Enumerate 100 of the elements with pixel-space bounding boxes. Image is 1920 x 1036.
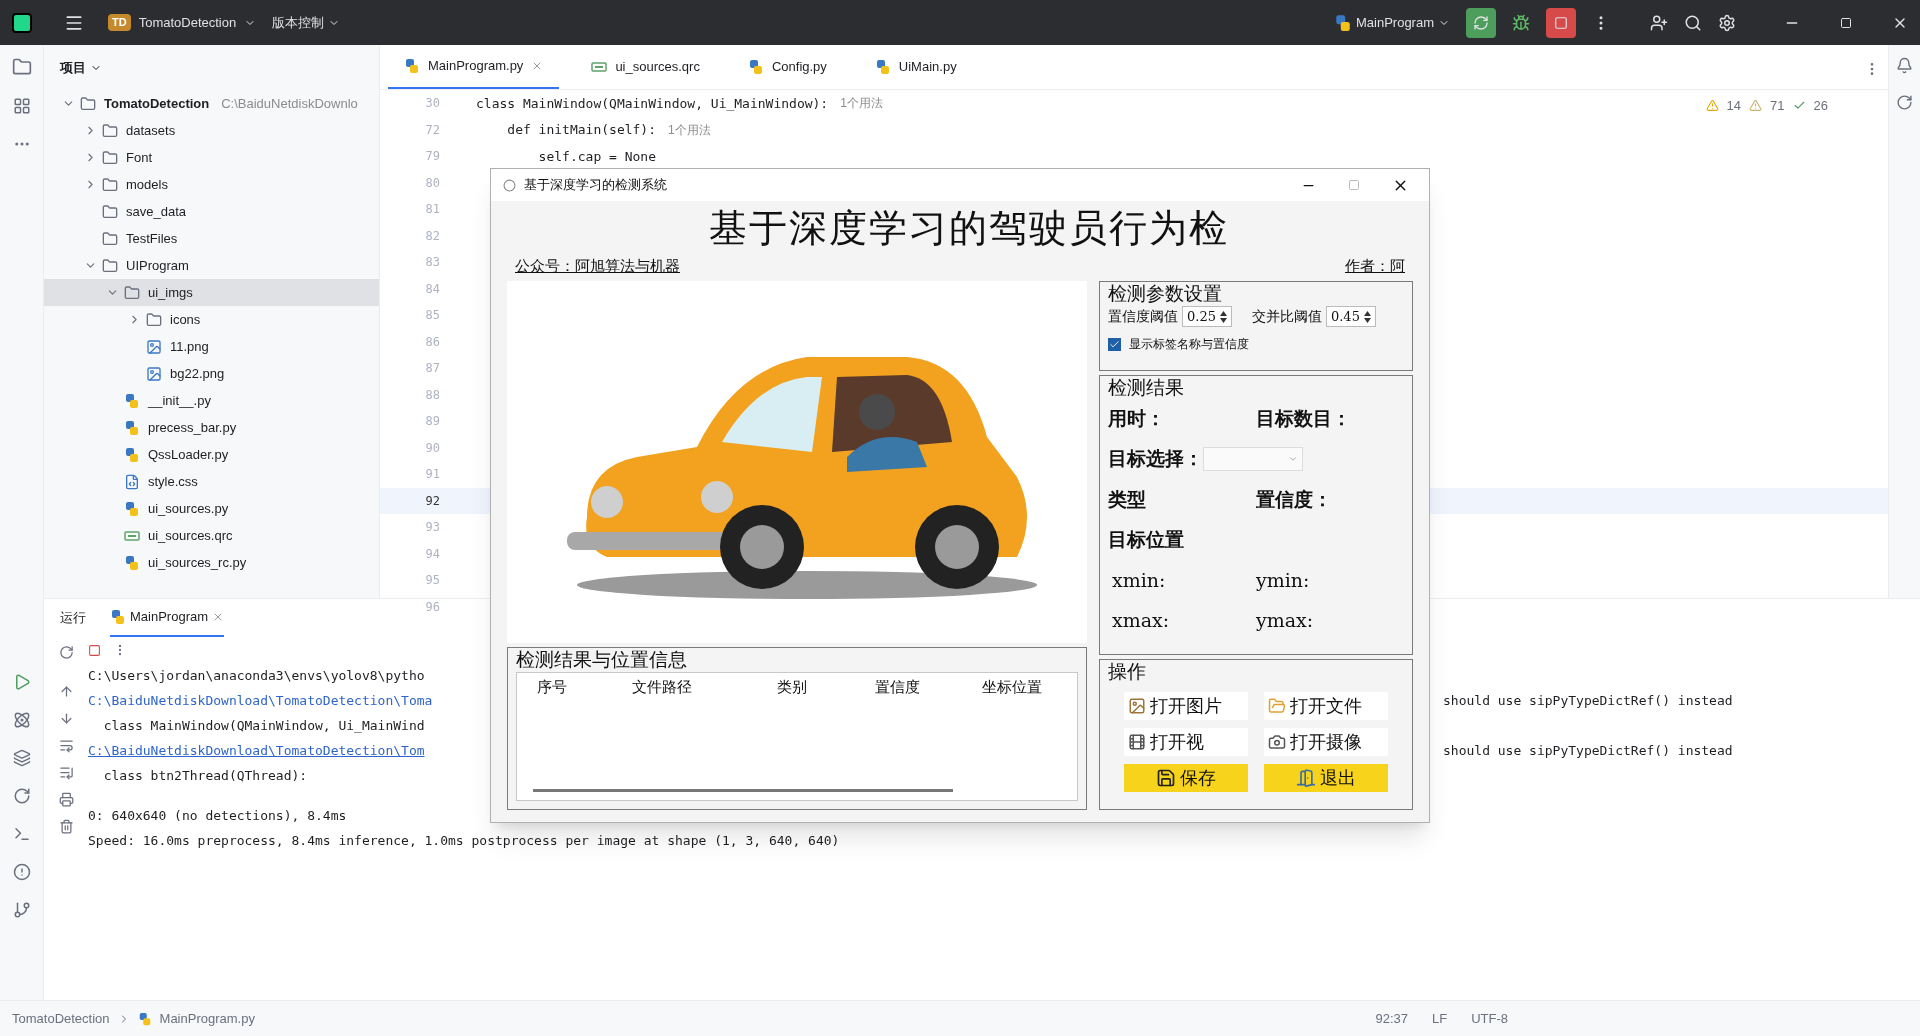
- tree-item[interactable]: style.css: [44, 468, 379, 495]
- line-number: 81: [424, 201, 440, 219]
- cursor-position[interactable]: 92:37: [1375, 1008, 1408, 1029]
- add-user-icon[interactable]: [1650, 13, 1668, 32]
- stop-button[interactable]: [1546, 7, 1576, 38]
- line-number: 30: [424, 95, 440, 113]
- spin-arrows-icon[interactable]: [1219, 309, 1227, 324]
- run-tab[interactable]: MainProgram: [110, 599, 225, 637]
- action-button[interactable]: 打开图片: [1124, 691, 1248, 720]
- console-line[interactable]: C:\BaiduNetdiskDownload\TomatoDetection\Tom: [88, 742, 425, 758]
- scroll-to-end-icon[interactable]: [58, 765, 74, 780]
- panel-title[interactable]: 运行: [60, 608, 86, 628]
- action-button[interactable]: 退出: [1264, 763, 1388, 792]
- tree-item[interactable]: 11.png: [44, 333, 379, 360]
- spin-box[interactable]: 0.25: [1182, 305, 1232, 328]
- usage-hint[interactable]: 1个用法: [668, 120, 711, 139]
- line-number: 90: [424, 439, 440, 457]
- tree-item[interactable]: ui_imgs: [44, 279, 379, 306]
- editor-tab[interactable]: MainProgram.py: [388, 45, 560, 89]
- camera-icon: [1268, 732, 1286, 751]
- settings-icon[interactable]: [1718, 13, 1736, 32]
- stop-icon: [1554, 15, 1568, 30]
- up-icon[interactable]: [58, 684, 74, 699]
- spin-arrows-icon[interactable]: [1363, 309, 1371, 324]
- line-number: 91: [424, 466, 440, 484]
- field-label: 用时：: [1108, 405, 1166, 431]
- structure-icon[interactable]: [12, 97, 31, 115]
- action-button[interactable]: 打开视: [1124, 727, 1248, 756]
- console-line: class btn2Thread(QThread):: [102, 767, 308, 783]
- file-encoding[interactable]: UTF-8: [1471, 1008, 1508, 1029]
- field-label: 置信度阈值: [1108, 307, 1178, 326]
- inspection-widget[interactable]: 14 71 26: [1705, 96, 1828, 116]
- tree-item[interactable]: icons: [44, 306, 379, 333]
- group-title: 操作: [1107, 660, 1147, 684]
- layers-icon[interactable]: [12, 749, 31, 767]
- column-header: 坐标位置: [981, 676, 1043, 698]
- python-file-icon: [124, 446, 140, 463]
- code-line: self.cap = None: [537, 147, 656, 166]
- usage-hint[interactable]: 1个用法: [840, 94, 883, 113]
- action-button[interactable]: 打开文件: [1264, 691, 1388, 720]
- field-label: 交并比阈值: [1251, 307, 1322, 326]
- editor-tab[interactable]: Config.py: [731, 45, 843, 89]
- python-file-icon: [1333, 13, 1352, 32]
- line-number: 92: [424, 492, 440, 510]
- editor-tab[interactable]: ui_sources.qrc: [575, 45, 716, 89]
- tree-item[interactable]: TomatoDetection C:\BaiduNetdiskDownlo: [44, 90, 379, 117]
- scrollbar[interactable]: [533, 789, 953, 792]
- action-button[interactable]: 保存: [1124, 763, 1248, 792]
- git-branch-icon[interactable]: [12, 901, 31, 919]
- tree-item[interactable]: TestFiles: [44, 225, 379, 252]
- python-file-icon: [124, 500, 140, 517]
- search-icon[interactable]: [1684, 13, 1702, 32]
- folder-icon: [102, 203, 118, 220]
- tree-item[interactable]: ui_sources.qrc: [44, 522, 379, 549]
- tree-item[interactable]: ui_sources.py: [44, 495, 379, 522]
- run-config-selector[interactable]: MainProgram: [1333, 12, 1450, 33]
- vcs-menu[interactable]: 版本控制: [272, 12, 341, 33]
- tree-item[interactable]: QssLoader.py: [44, 441, 379, 468]
- maximize-icon[interactable]: [1840, 16, 1852, 29]
- tree-item[interactable]: UIProgram: [44, 252, 379, 279]
- check-icon: [1109, 338, 1120, 350]
- notifications-icon[interactable]: [1896, 57, 1913, 74]
- terminal-icon[interactable]: [12, 825, 31, 843]
- breadcrumb[interactable]: MainProgram.py: [159, 1008, 255, 1029]
- action-button[interactable]: 打开摄像: [1264, 727, 1388, 756]
- rerun-button[interactable]: [1466, 7, 1496, 38]
- tree-item[interactable]: datasets: [44, 117, 379, 144]
- tree-item[interactable]: bg22.png: [44, 360, 379, 387]
- app-logo-icon: [12, 12, 32, 33]
- tree-item[interactable]: precess_bar.py: [44, 414, 379, 441]
- field-label: xmax:: [1111, 608, 1171, 634]
- spin-box[interactable]: 0.45: [1325, 305, 1376, 328]
- checkbox[interactable]: [1108, 337, 1121, 351]
- rerun-icon[interactable]: [58, 645, 74, 660]
- panel-title[interactable]: 项目: [60, 57, 86, 78]
- wrap-icon[interactable]: [58, 738, 74, 753]
- tree-item[interactable]: __init__.py: [44, 387, 379, 414]
- project-icon[interactable]: [11, 57, 32, 77]
- stop-icon[interactable]: [88, 643, 101, 657]
- line-number: 85: [424, 307, 440, 325]
- resource-file-icon: [591, 59, 608, 75]
- line-number: 88: [424, 386, 440, 404]
- line-separator[interactable]: LF: [1432, 1008, 1448, 1029]
- problems-icon[interactable]: [12, 863, 31, 881]
- tree-item[interactable]: ui_sources_rc.py: [44, 549, 379, 576]
- folder-icon: [146, 311, 162, 328]
- line-number: 86: [424, 333, 440, 351]
- app-icon: [503, 178, 516, 192]
- debug-icon[interactable]: [1512, 13, 1530, 32]
- line-number: 83: [424, 254, 440, 272]
- editor-tab[interactable]: UiMain.py: [858, 45, 973, 89]
- breadcrumb[interactable]: TomatoDetection: [12, 1008, 110, 1029]
- tree-item[interactable]: save_data: [44, 198, 379, 225]
- down-icon[interactable]: [58, 711, 74, 726]
- project-switcher[interactable]: TD TomatoDetection: [108, 12, 257, 33]
- python-file-icon: [124, 419, 140, 436]
- print-icon[interactable]: [58, 792, 74, 807]
- tree-item[interactable]: Font: [44, 144, 379, 171]
- trash-icon[interactable]: [58, 819, 74, 834]
- tree-item[interactable]: models: [44, 171, 379, 198]
